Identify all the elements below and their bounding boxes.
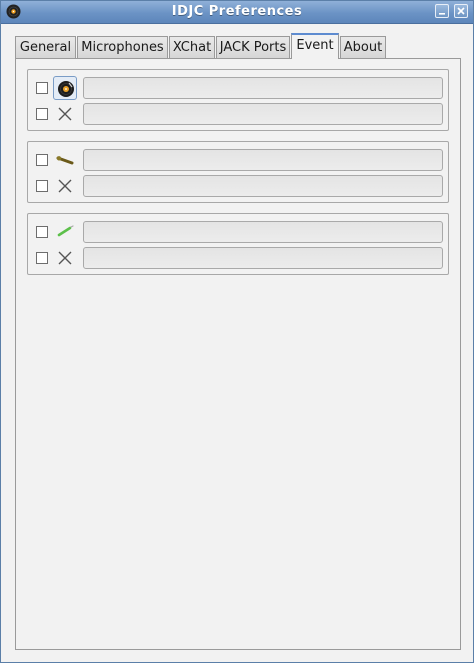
cross-icon	[58, 251, 72, 265]
close-button[interactable]	[454, 4, 468, 18]
tab-label: XChat	[172, 40, 212, 55]
tab-microphones[interactable]: Microphones	[77, 36, 168, 58]
preferences-window: IDJC Preferences General Microphones XCh…	[0, 0, 474, 663]
event-enable-checkbox[interactable]	[36, 180, 48, 192]
event-tab-panel	[15, 58, 461, 650]
cross-icon	[58, 179, 72, 193]
command-field[interactable]	[83, 221, 443, 243]
event-enable-checkbox[interactable]	[36, 154, 48, 166]
event-enable-checkbox[interactable]	[36, 252, 48, 264]
icon-toggle-button[interactable]	[53, 220, 77, 244]
minimize-button[interactable]	[435, 4, 449, 18]
command-field[interactable]	[83, 247, 443, 269]
minimize-icon	[439, 13, 445, 15]
event-group-microphone	[27, 141, 449, 203]
icon-toggle-button[interactable]	[53, 246, 77, 270]
tab-label: Event	[296, 38, 334, 53]
cross-icon	[58, 107, 72, 121]
event-group-player	[27, 69, 449, 131]
event-row	[28, 174, 448, 198]
command-field[interactable]	[83, 77, 443, 99]
tab-jack-ports[interactable]: JACK Ports	[216, 36, 290, 58]
command-field[interactable]	[83, 149, 443, 171]
tab-label: About	[343, 40, 383, 55]
microphone-icon	[56, 156, 74, 165]
tab-label: JACK Ports	[219, 40, 287, 55]
microphone-green-icon	[57, 225, 74, 237]
event-row	[28, 76, 448, 100]
event-row	[28, 246, 448, 270]
tab-about[interactable]: About	[340, 36, 386, 58]
command-field[interactable]	[83, 175, 443, 197]
event-group-microphone-alt	[27, 213, 449, 275]
event-row	[28, 102, 448, 126]
icon-toggle-button[interactable]	[53, 148, 77, 172]
icon-toggle-button[interactable]	[53, 76, 77, 100]
tab-label: Microphones	[81, 40, 164, 55]
title-bar[interactable]: IDJC Preferences	[1, 1, 473, 24]
icon-toggle-button[interactable]	[53, 102, 77, 126]
close-icon	[457, 7, 465, 15]
event-row	[28, 148, 448, 172]
tab-label: General	[19, 40, 72, 55]
tab-xchat[interactable]: XChat	[169, 36, 215, 58]
window-title: IDJC Preferences	[171, 4, 303, 19]
icon-toggle-button[interactable]	[53, 174, 77, 198]
event-row	[28, 220, 448, 244]
tab-event[interactable]: Event	[291, 33, 339, 59]
vinyl-record-icon	[58, 81, 74, 97]
event-enable-checkbox[interactable]	[36, 108, 48, 120]
event-enable-checkbox[interactable]	[36, 226, 48, 238]
tab-general[interactable]: General	[15, 36, 76, 58]
event-enable-checkbox[interactable]	[36, 82, 48, 94]
command-field[interactable]	[83, 103, 443, 125]
